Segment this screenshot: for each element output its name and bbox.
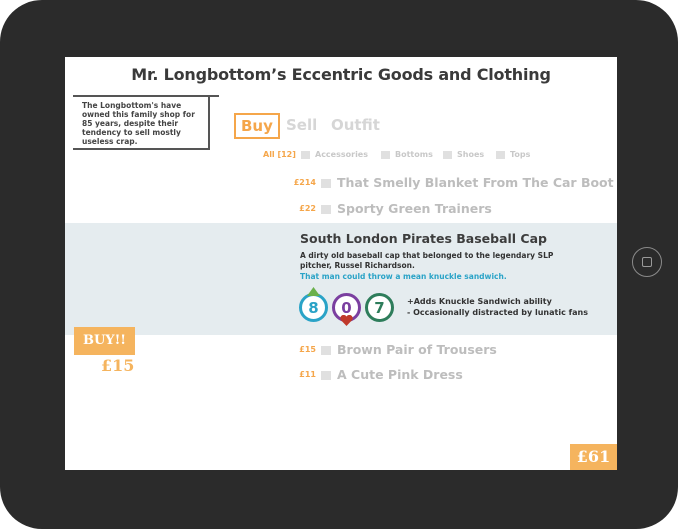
filter-label: Bottoms <box>395 150 433 159</box>
item-name: Brown Pair of Trousers <box>337 342 497 357</box>
checkbox-icon <box>443 150 452 159</box>
filter-all[interactable]: All [12] <box>263 150 296 159</box>
filter-accessories[interactable]: Accessories <box>301 150 368 159</box>
home-square-icon <box>642 257 652 267</box>
checkbox-icon <box>321 205 331 214</box>
tab-sell[interactable]: Sell <box>286 113 317 138</box>
selected-item-name: South London Pirates Baseball Cap <box>300 231 547 246</box>
stat-value: 8 <box>308 299 319 317</box>
filter-label: Tops <box>510 150 531 159</box>
shop-about: The Longbottom's have owned this family … <box>73 95 210 150</box>
item-price: £22 <box>299 204 316 213</box>
up-arrow-icon <box>307 287 320 296</box>
checkbox-icon <box>301 150 310 159</box>
selected-item-quote: That man could throw a mean knuckle sand… <box>300 272 507 281</box>
home-button[interactable] <box>632 247 662 277</box>
tab-outfit[interactable]: Outfit <box>331 113 380 138</box>
stat-badge: 8 <box>299 293 328 322</box>
buy-button[interactable]: BUY!! <box>74 327 135 355</box>
item-price: £214 <box>293 178 316 187</box>
item-name: A Cute Pink Dress <box>337 367 463 382</box>
filter-all-label: All [12] <box>263 150 296 159</box>
heart-icon <box>340 315 353 326</box>
effect-line: - Occasionally distracted by lunatic fan… <box>407 308 588 317</box>
item-effects: +Adds Knuckle Sandwich ability - Occasio… <box>407 296 588 318</box>
item-price: £11 <box>299 370 316 379</box>
item-price: £15 <box>299 345 316 354</box>
buy-price: £15 <box>101 356 135 375</box>
wallet-total: £61 <box>570 444 617 470</box>
stat-value: 7 <box>374 299 385 317</box>
stat-badge: 7 <box>365 293 394 322</box>
shop-title: Mr. Longbottom’s Eccentric Goods and Clo… <box>131 65 551 84</box>
checkbox-icon <box>381 150 390 159</box>
shop-screen: Mr. Longbottom’s Eccentric Goods and Clo… <box>65 57 617 470</box>
filter-label: Accessories <box>315 150 368 159</box>
selected-item-panel[interactable]: South London Pirates Baseball Cap A dirt… <box>65 223 617 335</box>
item-name: Sporty Green Trainers <box>337 201 492 216</box>
checkbox-icon <box>321 346 331 355</box>
effect-line: +Adds Knuckle Sandwich ability <box>407 297 552 306</box>
checkbox-icon <box>321 179 331 188</box>
filter-label: Shoes <box>457 150 485 159</box>
checkbox-icon <box>496 150 505 159</box>
selected-item-description: A dirty old baseball cap that belonged t… <box>300 251 554 270</box>
filter-shoes[interactable]: Shoes <box>443 150 484 159</box>
checkbox-icon <box>321 371 331 380</box>
tab-buy[interactable]: Buy <box>234 113 280 139</box>
item-name: That Smelly Blanket From The Car Boot <box>337 175 614 190</box>
filter-bottoms[interactable]: Bottoms <box>381 150 433 159</box>
filter-tops[interactable]: Tops <box>496 150 530 159</box>
